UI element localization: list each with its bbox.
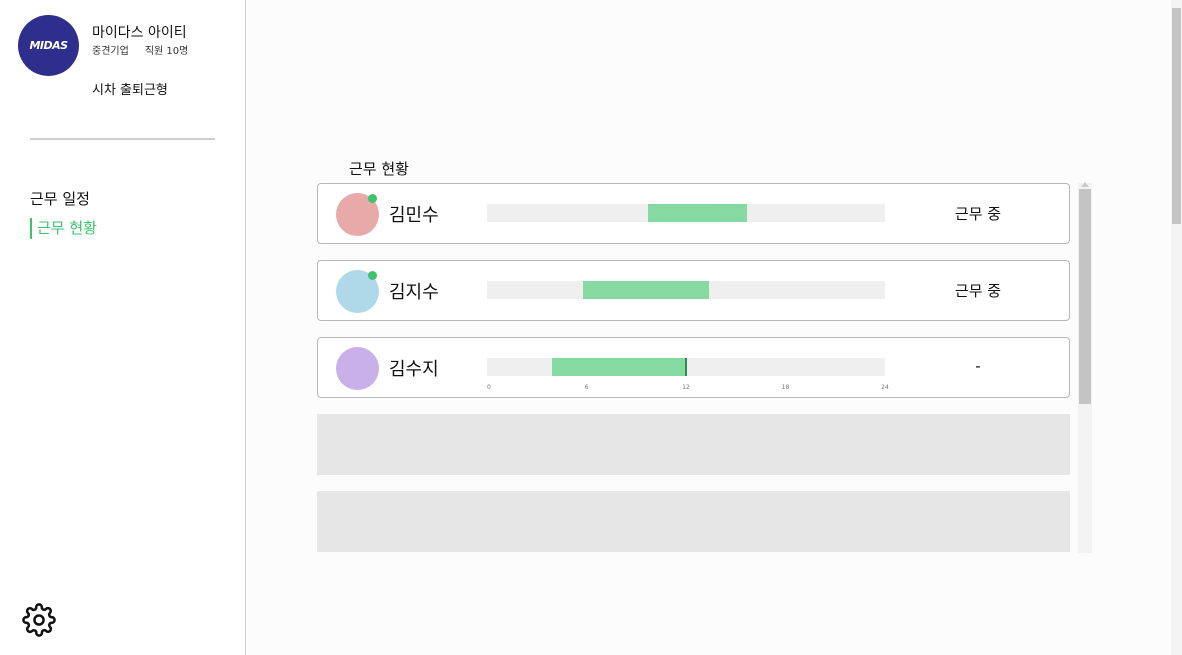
- work-timeline: [487, 204, 885, 222]
- section-title: 근무 현황: [349, 160, 409, 178]
- scrollbar-thumb[interactable]: [1079, 189, 1091, 404]
- gear-icon[interactable]: [22, 603, 56, 637]
- empty-row-placeholder: [317, 414, 1070, 475]
- current-time-marker: [685, 358, 687, 376]
- timeline-tick: 12: [682, 384, 690, 391]
- work-time-bar: [647, 204, 748, 222]
- nav-item-work-schedule[interactable]: 근무 일정: [30, 188, 90, 209]
- work-type: 시차 출퇴근형: [92, 83, 168, 98]
- timeline-tick: 6: [584, 384, 589, 391]
- online-status-dot: [368, 194, 377, 203]
- scrollbar-thumb[interactable]: [1172, 8, 1181, 224]
- sidebar-divider: [30, 138, 215, 140]
- company-name: 마이다스 아이티: [92, 25, 187, 41]
- employee-name: 김민수: [389, 205, 439, 226]
- timeline-axis: 0 6 12 18 24: [487, 384, 889, 392]
- work-status: 근무 중: [954, 282, 1002, 300]
- work-time-bar: [551, 358, 686, 376]
- empty-row-placeholder: [317, 491, 1070, 552]
- logo-text: MIDAS: [29, 39, 68, 52]
- company-info: 중견기업 직원 10명: [92, 42, 188, 57]
- company-type: 중견기업: [92, 46, 129, 57]
- timeline-tick: 24: [881, 384, 889, 391]
- timeline-tick: 18: [781, 384, 790, 391]
- employee-card[interactable]: 김민수 근무 중: [317, 183, 1070, 244]
- company-logo: MIDAS: [18, 15, 79, 76]
- nav-item-work-status[interactable]: 근무 현황: [30, 218, 97, 239]
- work-time-bar: [583, 281, 710, 299]
- work-timeline: [487, 358, 885, 376]
- online-status-dot: [368, 271, 377, 280]
- work-status: -: [975, 357, 981, 375]
- main-content: 근무 현황 김민수 근무 중 김지수 근무 중 김수지 0 6 12 18 24…: [247, 0, 1171, 655]
- employee-count: 직원 10명: [144, 46, 189, 57]
- work-timeline: [487, 281, 885, 299]
- employee-card[interactable]: 김지수 근무 중: [317, 260, 1070, 321]
- scroll-up-arrow-icon[interactable]: [1081, 182, 1089, 187]
- list-scrollbar[interactable]: [1078, 182, 1092, 553]
- work-status: 근무 중: [954, 205, 1002, 223]
- avatar: [336, 347, 379, 390]
- employee-name: 김지수: [389, 282, 439, 303]
- employee-card[interactable]: 김수지 0 6 12 18 24 -: [317, 337, 1070, 398]
- employee-name: 김수지: [389, 359, 439, 380]
- employee-list: 김민수 근무 중 김지수 근무 중 김수지 0 6 12 18 24 -: [317, 182, 1092, 553]
- sidebar: MIDAS 마이다스 아이티 중견기업 직원 10명 시차 출퇴근형 근무 일정 …: [0, 0, 246, 655]
- page-scrollbar[interactable]: [1171, 0, 1182, 655]
- timeline-tick: 0: [487, 384, 491, 391]
